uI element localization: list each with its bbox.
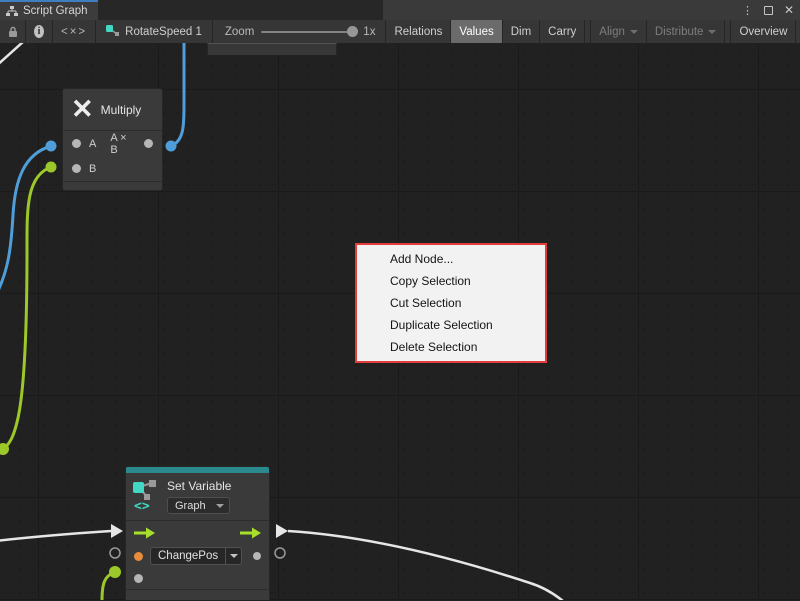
- chevron-down-icon: [230, 554, 238, 558]
- variable-value-row: ChangePos: [126, 544, 269, 568]
- relations-button[interactable]: Relations: [386, 20, 451, 43]
- flow-output-arrow-icon[interactable]: [240, 527, 261, 539]
- align-dropdown-button[interactable]: Align: [590, 20, 647, 43]
- distribute-label: Distribute: [655, 26, 704, 38]
- flow-row: [126, 521, 269, 544]
- chevron-down-icon: [630, 30, 638, 34]
- multiply-node-header[interactable]: ✕ Multiply: [63, 89, 162, 130]
- variable-scope-dropdown[interactable]: Graph: [167, 497, 230, 514]
- tab-script-graph[interactable]: Script Graph: [0, 0, 98, 20]
- set-variable-node[interactable]: <> Set Variable Graph ChangePos: [125, 466, 270, 600]
- value-input-port[interactable]: [134, 574, 143, 583]
- set-variable-icon: <>: [132, 479, 159, 511]
- inspect-button[interactable]: i: [26, 20, 53, 43]
- port-result-output[interactable]: [144, 139, 153, 148]
- values-button[interactable]: Values: [451, 20, 502, 43]
- partial-node[interactable]: [207, 43, 337, 56]
- menu-item-delete-selection[interactable]: Delete Selection: [357, 336, 545, 358]
- set-variable-header[interactable]: <> Set Variable Graph: [126, 473, 269, 520]
- menu-item-cut-selection[interactable]: Cut Selection: [357, 292, 545, 314]
- port-b-label: B: [89, 163, 96, 175]
- title-bar: Script Graph ⋮ ✕: [0, 0, 800, 20]
- context-menu: Add Node... Copy Selection Cut Selection…: [355, 243, 547, 363]
- svg-text:<>: <>: [134, 499, 150, 511]
- variable-name-input-port[interactable]: [134, 552, 143, 561]
- variable-name-value: ChangePos: [151, 550, 225, 562]
- zoom-control: Zoom 1x: [213, 20, 387, 43]
- zoom-value: 1x: [363, 26, 375, 38]
- multiply-icon: ✕: [71, 96, 94, 123]
- overview-label: Overview: [739, 26, 787, 38]
- value-input-row: [126, 568, 269, 589]
- set-variable-title: Set Variable: [167, 479, 231, 493]
- set-variable-footer: [126, 589, 269, 601]
- distribute-dropdown-button[interactable]: Distribute: [647, 20, 726, 43]
- graph-toolbar: i <×> RotateSpeed 1 Zoom 1x Relations Va…: [0, 20, 800, 43]
- title-bar-right-segment: [383, 0, 800, 20]
- multiply-row-b: B: [63, 156, 162, 181]
- variable-output-port[interactable]: [253, 552, 261, 560]
- zoom-slider-handle[interactable]: [347, 26, 358, 37]
- graph-name-label: RotateSpeed 1: [125, 26, 202, 38]
- multiply-row-a: A A × B: [63, 131, 162, 156]
- overview-button[interactable]: Overview: [730, 20, 796, 43]
- variable-name-dropdown[interactable]: ChangePos: [150, 547, 242, 565]
- graph-reference-icon: [106, 25, 120, 38]
- zoom-slider[interactable]: [261, 31, 356, 33]
- window-menu-icon[interactable]: ⋮: [742, 4, 753, 17]
- align-label: Align: [599, 26, 625, 38]
- lock-icon: [8, 26, 17, 38]
- port-a-input[interactable]: [72, 139, 81, 148]
- graph-reference-button[interactable]: RotateSpeed 1: [96, 20, 213, 43]
- menu-item-add-node[interactable]: Add Node...: [357, 248, 545, 270]
- script-graph-icon: [6, 6, 18, 17]
- multiply-node[interactable]: ✕ Multiply A A × B B: [62, 88, 163, 191]
- flow-input-arrow-icon[interactable]: [134, 527, 155, 539]
- info-icon: i: [34, 25, 44, 38]
- full-screen-button[interactable]: Full Screen: [796, 20, 800, 43]
- values-label: Values: [459, 26, 493, 38]
- menu-item-copy-selection[interactable]: Copy Selection: [357, 270, 545, 292]
- carry-button[interactable]: Carry: [540, 20, 585, 43]
- port-b-input[interactable]: [72, 164, 81, 173]
- menu-item-duplicate-selection[interactable]: Duplicate Selection: [357, 314, 545, 336]
- dropdown-arrow-cell[interactable]: [225, 548, 241, 564]
- zoom-label: Zoom: [225, 26, 254, 38]
- value-toggle-button[interactable]: <×>: [53, 20, 96, 43]
- variable-scope-label: Graph: [175, 500, 206, 512]
- relations-label: Relations: [394, 26, 442, 38]
- dim-label: Dim: [511, 26, 531, 38]
- port-result-label: A × B: [110, 132, 136, 156]
- window-close-icon[interactable]: ✕: [784, 3, 794, 17]
- window-maximize-icon[interactable]: [764, 6, 773, 15]
- lock-button[interactable]: [0, 20, 26, 43]
- chevron-down-icon: [216, 504, 224, 508]
- multiply-node-title: Multiply: [101, 103, 142, 117]
- tab-title: Script Graph: [23, 5, 88, 17]
- dim-button[interactable]: Dim: [503, 20, 540, 43]
- chevron-down-icon: [708, 30, 716, 34]
- carry-label: Carry: [548, 26, 576, 38]
- value-toggle-icon: <×>: [61, 26, 87, 38]
- port-a-label: A: [89, 138, 96, 150]
